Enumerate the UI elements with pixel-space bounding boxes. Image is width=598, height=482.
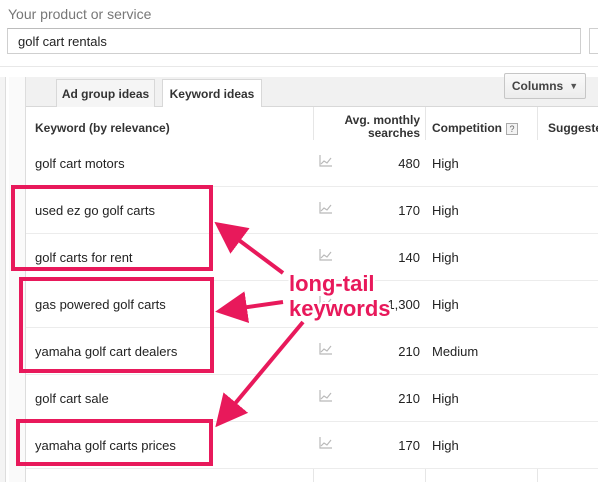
highlight-box-1	[11, 185, 213, 271]
annotation-line1: long-tail	[289, 271, 375, 296]
annotation-overlay	[11, 185, 305, 466]
highlight-box-2	[19, 277, 214, 373]
highlight-box-3	[16, 419, 213, 466]
annotation-line2: keywords	[289, 296, 391, 321]
arrow-3	[215, 320, 305, 428]
arrow-2	[215, 291, 284, 324]
arrow-1	[214, 221, 285, 275]
annotation-label: long-tail keywords	[289, 271, 391, 321]
